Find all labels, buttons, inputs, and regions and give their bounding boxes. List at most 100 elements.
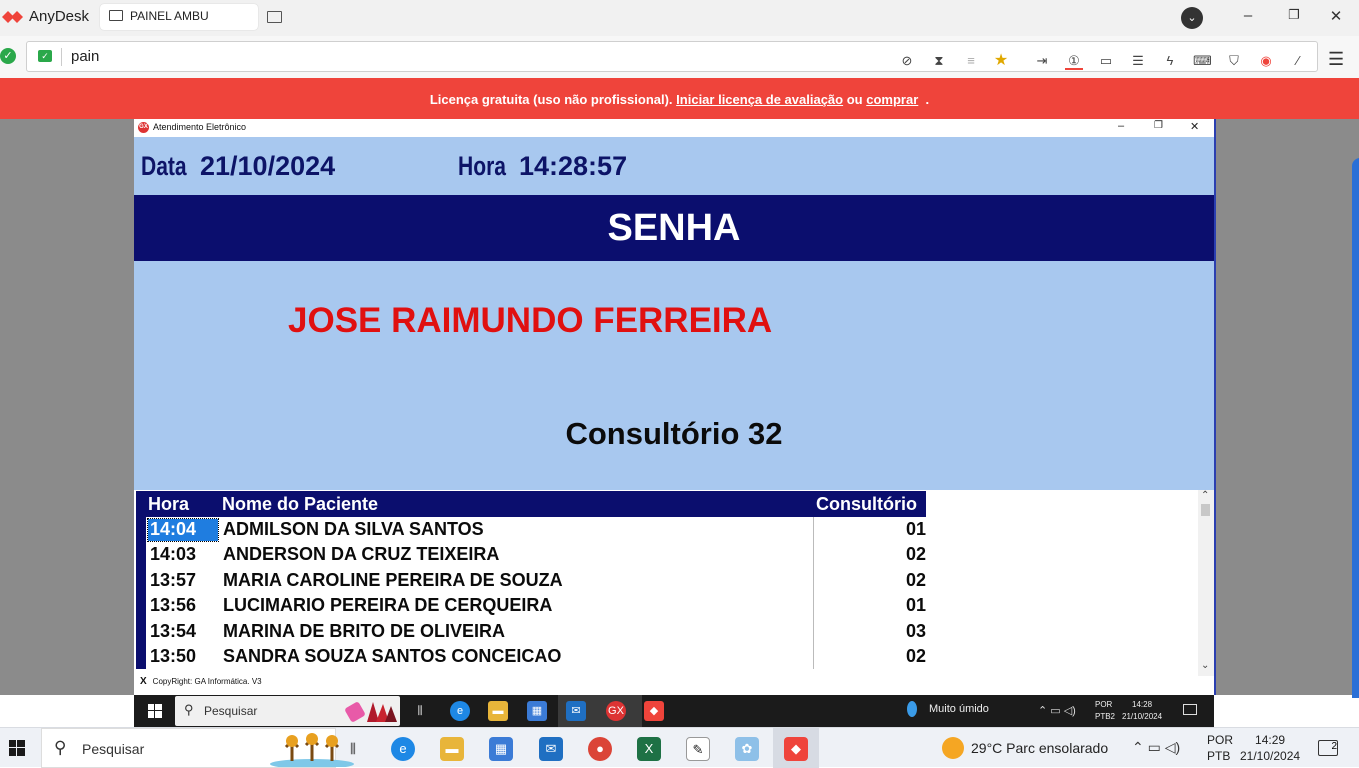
local-clock-time: 14:29 (1255, 733, 1286, 747)
app-title: Atendimento Eletrônico (153, 122, 247, 132)
senha-header: SENHA (134, 195, 1214, 261)
app-close-button[interactable]: ✕ (1190, 120, 1199, 133)
restore-button[interactable]: ❐ (1284, 7, 1304, 23)
file-explorer-icon[interactable]: ▬ (440, 737, 464, 761)
row-time: 13:56 (150, 595, 197, 615)
row-room: 02 (905, 646, 926, 666)
anydesk-titlebar: AnyDesk PAINEL AMBU ⌄ – ❐ ✕ (0, 0, 1359, 36)
date-label: Data (141, 151, 187, 181)
app-restore-button[interactable]: ❐ (1154, 120, 1163, 131)
actions-icon[interactable]: ϟ (1161, 52, 1179, 70)
record-icon[interactable]: ◉ (1257, 52, 1275, 70)
remote-clock-date: 21/10/2024 (1122, 712, 1163, 721)
session-tab[interactable]: PAINEL AMBU (100, 4, 258, 30)
humidity-icon (907, 701, 917, 717)
table-row[interactable]: 13:54 MARINA DE BRITO DE OLIVEIRA 03 (146, 619, 926, 644)
license-banner: Licença gratuita (uso não profissional).… (0, 78, 1359, 119)
remote-search-box[interactable]: ⚲ Pesquisar (175, 696, 400, 726)
chat-icon[interactable]: ☰ (1129, 52, 1147, 70)
windows-start-icon[interactable] (9, 740, 25, 756)
anydesk-app-icon[interactable]: ◆ (784, 737, 808, 761)
search-icon: ⚲ (184, 702, 194, 717)
privacy-icon[interactable]: ⊘ (898, 52, 916, 70)
scroll-thumb[interactable] (1201, 504, 1210, 516)
scroll-down-icon[interactable]: ⌄ (1201, 660, 1209, 671)
vertical-scrollbar[interactable]: ⌃ ⌄ (1198, 490, 1214, 676)
local-clock[interactable]: 14:29 21/10/2024 (1240, 732, 1300, 764)
whiteboard-icon[interactable]: ∕ (1289, 52, 1307, 70)
notification-icon[interactable]: 2 (1318, 740, 1338, 756)
monitor-select-icon[interactable]: ① (1065, 52, 1083, 70)
local-tray-icons[interactable]: ⌃ ▭ ◁) (1132, 739, 1180, 756)
close-button[interactable]: ✕ (1326, 7, 1346, 25)
search-icon: ⚲ (54, 738, 67, 757)
local-taskbar: ⚲ Pesquisar ⫼ e ▬ ▦ ✉ ● X ✎ ✿ ◆ 29°C Par… (0, 727, 1359, 768)
file-transfer-icon[interactable]: ⇥ (1033, 52, 1051, 70)
paint-icon[interactable]: ✿ (735, 737, 759, 761)
row-room: 02 (905, 570, 926, 590)
minimize-button[interactable]: – (1238, 7, 1258, 24)
anydesk-addressbar: ✓ ✓ pain ⊘ ⧗ ≡ ★ ⇥ ① ▭ ☰ ϟ ⌨ ⛉ ◉ ∕ ☰ (0, 36, 1359, 78)
mail-icon[interactable]: ✉ (566, 701, 586, 721)
favorite-star-icon[interactable]: ★ (992, 52, 1010, 70)
date-value: 21/10/2024 (200, 151, 336, 181)
table-row[interactable]: 13:50 SANDRA SOUZA SANTOS CONCEICAO 02 (146, 644, 926, 669)
task-view-icon[interactable]: ⫼ (410, 701, 430, 721)
menu-icon[interactable]: ☰ (1328, 49, 1344, 70)
app-logo-icon: GX (138, 122, 149, 133)
windows-start-icon[interactable] (148, 704, 162, 718)
row-time: 13:50 (150, 646, 197, 666)
table-row[interactable]: 13:57 MARIA CAROLINE PEREIRA DE SOUZA 02 (146, 568, 926, 593)
edge-browser-icon[interactable]: e (450, 701, 470, 721)
chrome-icon[interactable]: ● (588, 737, 612, 761)
footer-close-button[interactable]: X (140, 676, 147, 687)
atendimento-window: GX Atendimento Eletrônico – ❐ ✕ Data 21/… (134, 119, 1216, 695)
local-weather-text[interactable]: 29°C Parc ensolarado (971, 740, 1108, 756)
local-clock-date: 21/10/2024 (1240, 749, 1301, 763)
app-minimize-button[interactable]: – (1118, 120, 1124, 132)
scroll-up-icon[interactable]: ⌃ (1201, 490, 1209, 501)
table-row[interactable]: 13:56 LUCIMARIO PEREIRA DE CERQUEIRA 01 (146, 593, 926, 618)
hourglass-icon[interactable]: ⧗ (930, 52, 948, 70)
col-header-room: Consultório (816, 494, 917, 514)
tool-app-icon[interactable]: ✎ (686, 737, 710, 761)
app-titlebar: GX Atendimento Eletrônico – ❐ ✕ (134, 119, 1214, 137)
buy-link[interactable]: comprar (866, 92, 918, 107)
table-row[interactable]: 14:04 ADMILSON DA SILVA SANTOS 01 (146, 517, 926, 542)
database-icon[interactable]: ≡ (962, 52, 980, 70)
remote-clock-time: 14:28 (1132, 700, 1153, 709)
remote-weather-text: Muito úmido (929, 703, 989, 715)
local-lang-top: POR (1207, 733, 1234, 747)
store-icon[interactable]: ▦ (527, 701, 547, 721)
gx-app-icon[interactable]: GX (606, 701, 626, 721)
current-call-panel: JOSE RAIMUNDO FERREIRA Consultório 32 (134, 261, 1214, 490)
row-name: ANDERSON DA CRUZ TEIXEIRA (223, 544, 500, 564)
call-history-list[interactable]: Hora Nome do Paciente Consultório 14:04 … (136, 491, 926, 669)
edge-browser-icon[interactable]: e (391, 737, 415, 761)
anydesk-app-icon[interactable]: ◆ (644, 701, 664, 721)
address-input[interactable]: ✓ pain ⊘ ⧗ ≡ ★ ⇥ ① ▭ ☰ ϟ ⌨ ⛉ ◉ ∕ (26, 41, 1318, 72)
excel-icon[interactable]: X (637, 737, 661, 761)
anydesk-account-menu-icon[interactable]: ⌄ (1181, 7, 1203, 29)
row-name: SANDRA SOUZA SANTOS CONCEICAO (223, 646, 562, 666)
file-explorer-icon[interactable]: ▬ (488, 701, 508, 721)
local-lang-bottom: PTB (1207, 749, 1231, 763)
new-session-icon[interactable] (267, 11, 282, 23)
row-name: MARIA CAROLINE PEREIRA DE SOUZA (223, 570, 563, 590)
trial-license-link[interactable]: Iniciar licença de avaliação (676, 92, 843, 107)
permissions-icon[interactable]: ⛉ (1225, 52, 1243, 70)
remote-tray-icons[interactable]: ⌃ ▭ ◁) (1038, 704, 1076, 717)
keyboard-icon[interactable]: ⌨ (1193, 52, 1212, 70)
local-search-box[interactable]: ⚲ Pesquisar (41, 728, 354, 768)
store-icon[interactable]: ▦ (489, 737, 513, 761)
remote-clock[interactable]: 14:28 21/10/2024 (1122, 699, 1162, 723)
address-value: pain (71, 48, 100, 65)
task-view-icon[interactable]: ⫼ (341, 737, 365, 761)
local-language[interactable]: POR PTB (1207, 732, 1233, 764)
row-name: ADMILSON DA SILVA SANTOS (223, 519, 484, 539)
remote-notification-icon[interactable] (1183, 704, 1197, 715)
remote-language[interactable]: POR PTB2 (1095, 699, 1115, 723)
table-row[interactable]: 14:03 ANDERSON DA CRUZ TEIXEIRA 02 (146, 542, 926, 567)
display-icon[interactable]: ▭ (1097, 52, 1115, 70)
mail-icon[interactable]: ✉ (539, 737, 563, 761)
